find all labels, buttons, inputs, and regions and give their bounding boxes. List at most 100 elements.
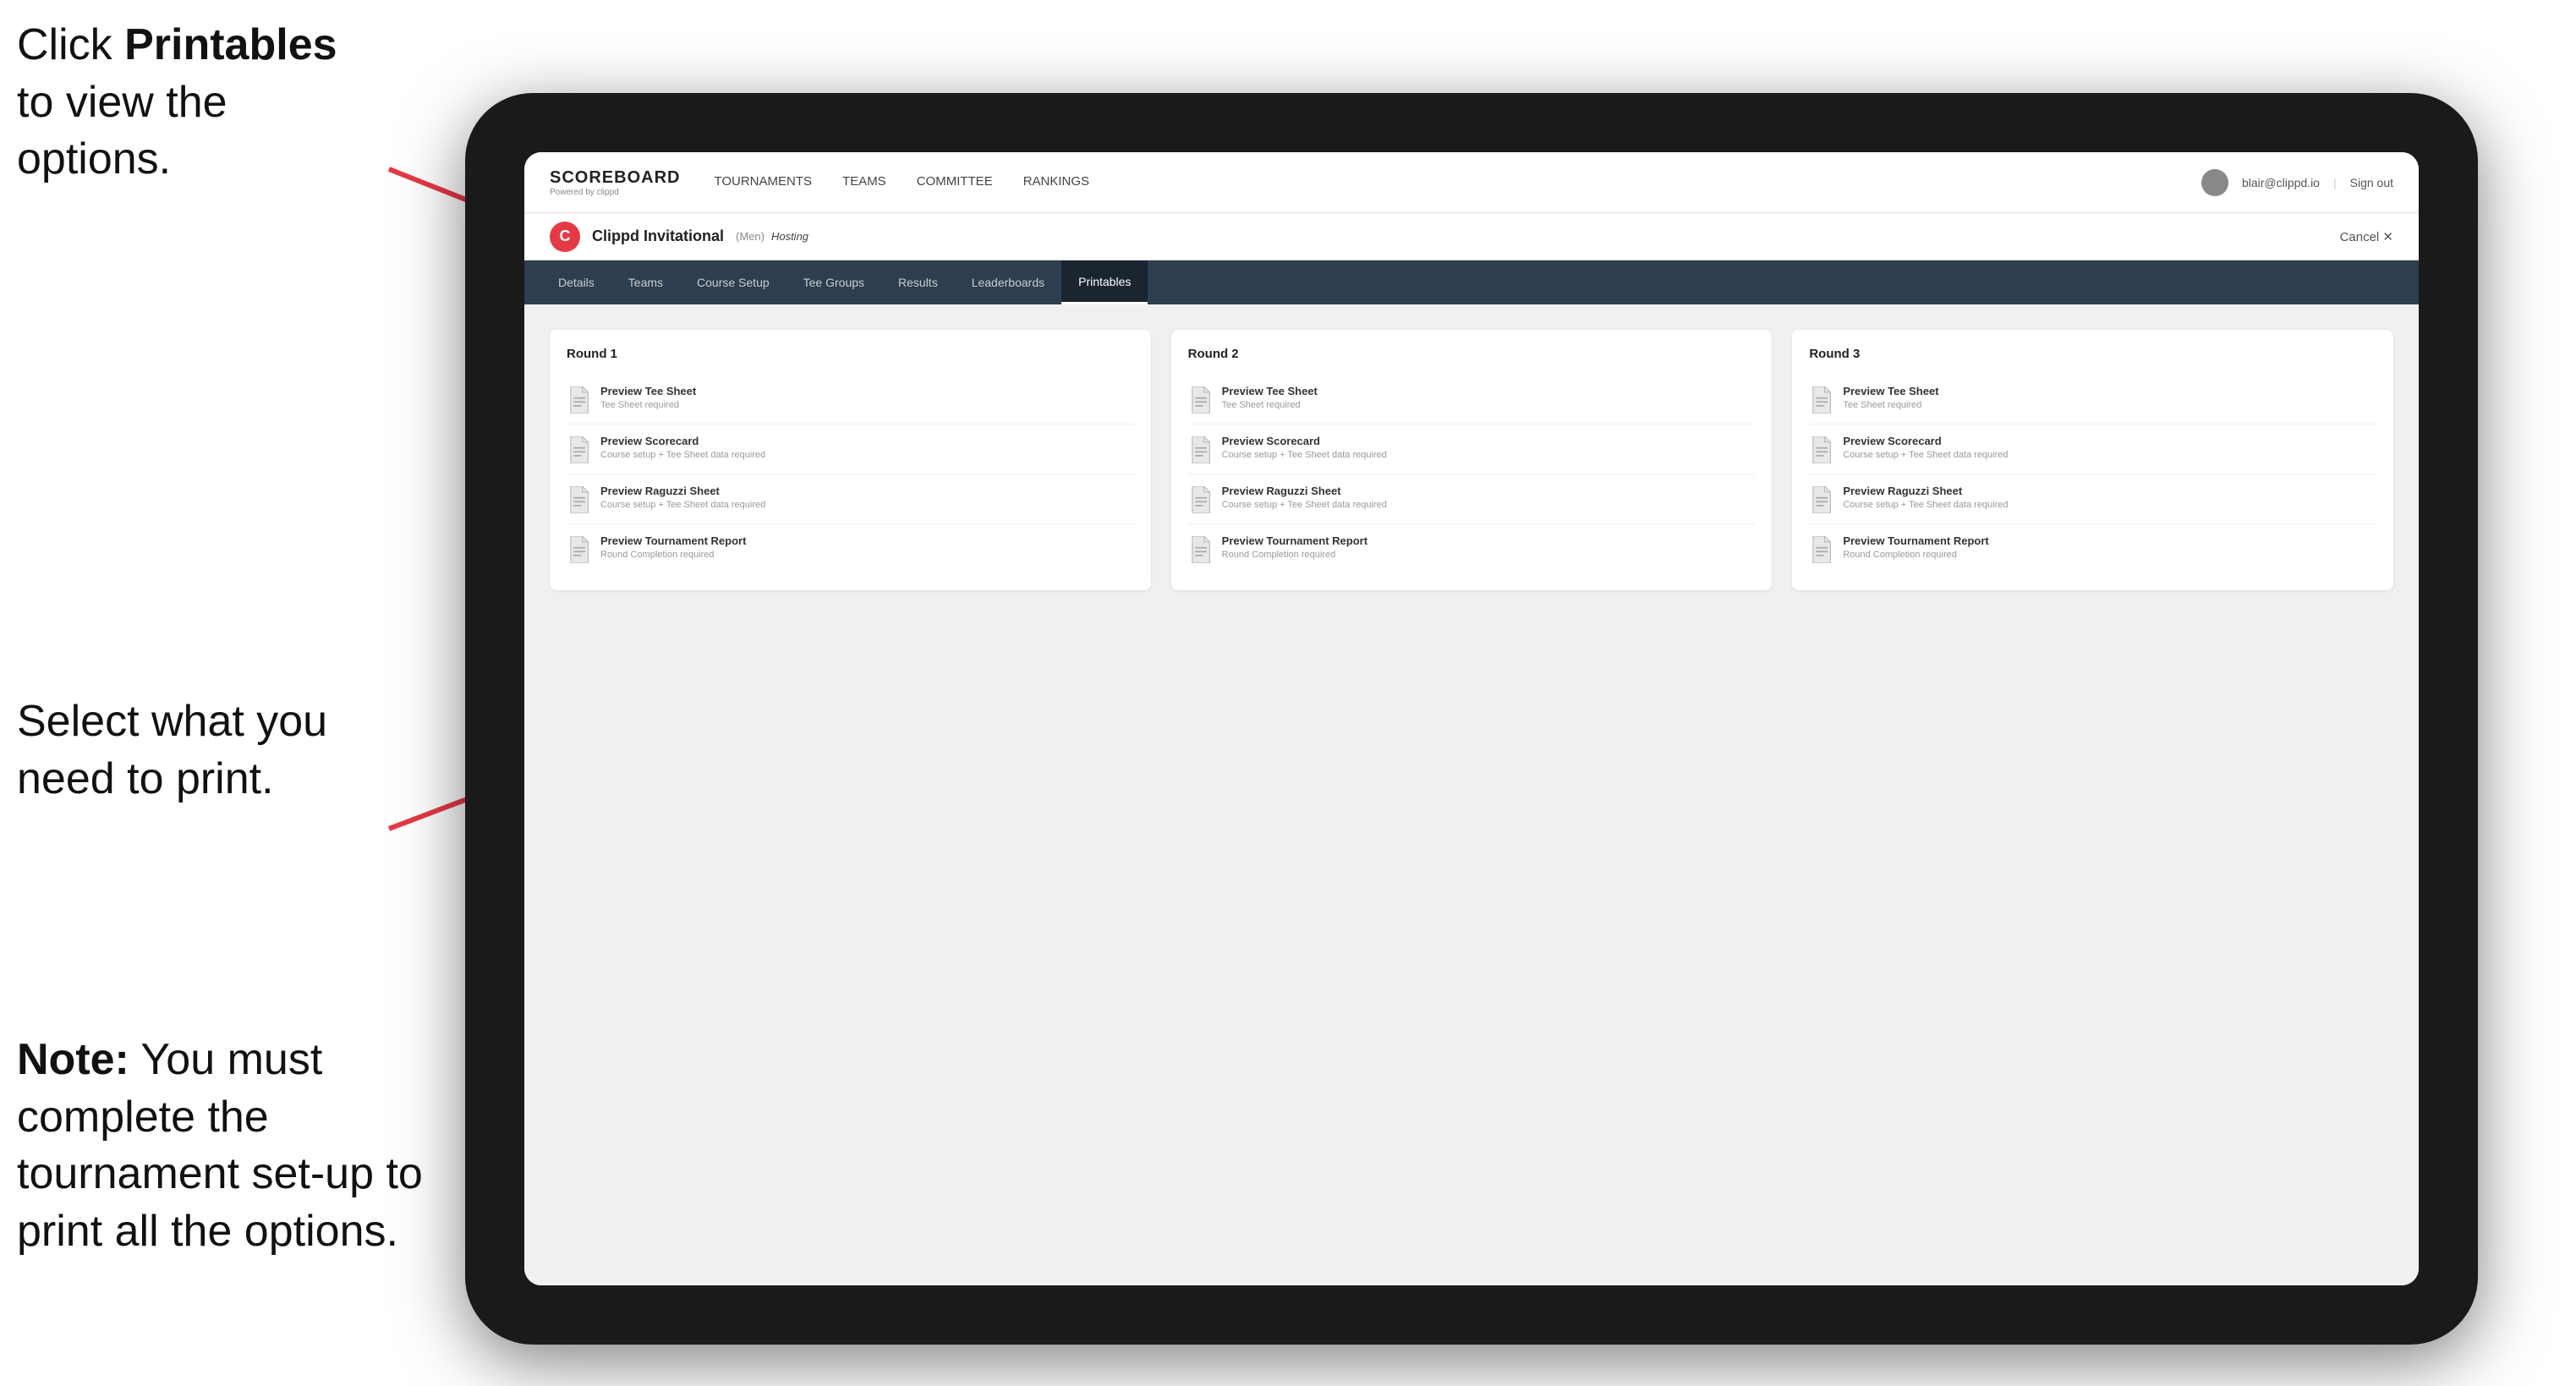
- tournament-bar: C Clippd Invitational (Men) Hosting Canc…: [524, 213, 2419, 260]
- annotation-click-text: Click: [17, 20, 124, 69]
- tab-details[interactable]: Details: [541, 260, 611, 304]
- print-label-r1-4: Preview Tournament Report: [600, 534, 1134, 547]
- print-item-r1-4[interactable]: Preview Tournament Report Round Completio…: [567, 524, 1134, 573]
- print-item-r1-1[interactable]: Preview Tee SheetTee Sheet required: [567, 375, 1134, 425]
- document-icon: [1809, 536, 1833, 563]
- print-label-r1-2: Preview Scorecard: [600, 435, 1134, 447]
- nav-teams[interactable]: TEAMS: [842, 174, 886, 190]
- round-section-3: Round 3 Preview Tee Sheet Tee Sheet requi…: [1792, 330, 2393, 590]
- print-item-r1-2[interactable]: Preview Scorecard Course setup + Tee Shee…: [567, 425, 1134, 474]
- round-title-3: Round 3: [1809, 347, 2376, 361]
- annotation-click-text2: to view the options.: [17, 78, 227, 184]
- print-info-r3-4: Preview Tournament Report Round Completio…: [1843, 534, 2376, 560]
- print-item-r3-2[interactable]: Preview Scorecard Course setup + Tee Shee…: [1809, 425, 2376, 474]
- print-label-r3-3: Preview Raguzzi Sheet: [1843, 485, 2376, 497]
- print-label-r3-2: Preview Scorecard: [1843, 435, 2376, 447]
- document-icon: [1188, 386, 1212, 414]
- tab-leaderboards[interactable]: Leaderboards: [955, 260, 1061, 304]
- round-title-2: Round 2: [1188, 347, 1756, 361]
- document-icon: [1809, 486, 1833, 513]
- sign-out-link[interactable]: Sign out: [2350, 176, 2393, 189]
- print-item-r3-1[interactable]: Preview Tee Sheet Tee Sheet required: [1809, 375, 2376, 425]
- annotation-middle: Select what you need to print.: [17, 693, 381, 808]
- print-sublabel-r2-4: Round Completion required: [1222, 550, 1756, 560]
- document-icon: [567, 436, 590, 463]
- print-sublabel-r2-1: Tee Sheet required: [1222, 400, 1756, 410]
- tab-printables[interactable]: Printables: [1061, 260, 1148, 304]
- print-label-r2-3: Preview Raguzzi Sheet: [1222, 485, 1756, 497]
- user-avatar: [2201, 169, 2228, 196]
- print-sublabel-r1-4: Round Completion required: [600, 550, 1134, 560]
- print-item-r2-1[interactable]: Preview Tee Sheet Tee Sheet required: [1188, 375, 1756, 425]
- top-nav-right: blair@clippd.io | Sign out: [2201, 169, 2393, 196]
- print-info-r3-1: Preview Tee Sheet Tee Sheet required: [1843, 385, 2376, 410]
- document-icon: [567, 386, 590, 414]
- tab-course-setup[interactable]: Course Setup: [680, 260, 787, 304]
- cancel-button[interactable]: Cancel ✕: [2340, 229, 2393, 244]
- print-sublabel-r1-2: Course setup + Tee Sheet data required: [600, 450, 1134, 460]
- print-sublabel-r3-3: Course setup + Tee Sheet data required: [1843, 500, 2376, 510]
- document-icon: [1188, 436, 1212, 463]
- annotation-printables-bold: Printables: [124, 20, 337, 69]
- tab-teams[interactable]: Teams: [611, 260, 680, 304]
- main-content: Round 1 Preview Tee Sheet Tee Sheet requi…: [524, 304, 2419, 1285]
- logo-title: SCOREBOARD: [550, 168, 680, 188]
- print-info-r1-2: Preview Scorecard Course setup + Tee Shee…: [600, 435, 1134, 460]
- print-item-r2-2[interactable]: Preview Scorecard Course setup + Tee Shee…: [1188, 425, 1756, 474]
- round-section-1: Round 1 Preview Tee SheetTee Sheet requi…: [550, 330, 1151, 590]
- document-icon: [1809, 386, 1833, 414]
- print-info-r1-1: Preview Tee SheetTee Sheet required: [600, 385, 1134, 410]
- round-section-2: Round 2 Preview Tee Sheet Tee Sheet requi…: [1171, 330, 1773, 590]
- print-sublabel-r3-2: Course setup + Tee Sheet data required: [1843, 450, 2376, 460]
- document-icon: [567, 486, 590, 513]
- print-info-r3-3: Preview Raguzzi Sheet Course setup + Tee …: [1843, 485, 2376, 510]
- document-icon: [567, 536, 590, 563]
- annotation-note: Note: You must complete the tournament s…: [17, 1032, 440, 1260]
- print-info-r1-3: Preview Raguzzi Sheet Course setup + Tee …: [600, 485, 1134, 510]
- print-info-r1-4: Preview Tournament Report Round Completio…: [600, 534, 1134, 560]
- tournament-logo-letter: C: [560, 227, 571, 245]
- print-info-r2-3: Preview Raguzzi SheetCourse setup + Tee …: [1222, 485, 1756, 510]
- tablet-frame: SCOREBOARD Powered by clippd TOURNAMENTS…: [465, 93, 2478, 1345]
- round-title-1: Round 1: [567, 347, 1134, 361]
- tournament-badge: (Men): [736, 230, 765, 243]
- print-label-r1-1: Preview Tee Sheet: [600, 385, 1134, 397]
- document-icon: [1188, 536, 1212, 563]
- print-label-r2-2: Preview Scorecard: [1222, 435, 1756, 447]
- user-email: blair@clippd.io: [2242, 176, 2320, 189]
- print-item-r1-3[interactable]: Preview Raguzzi Sheet Course setup + Tee …: [567, 474, 1134, 524]
- tablet-screen: SCOREBOARD Powered by clippd TOURNAMENTS…: [524, 152, 2419, 1285]
- print-item-r3-3[interactable]: Preview Raguzzi Sheet Course setup + Tee …: [1809, 474, 2376, 524]
- print-item-r2-4[interactable]: Preview Tournament Report Round Completio…: [1188, 524, 1756, 573]
- print-info-r2-2: Preview Scorecard Course setup + Tee Shee…: [1222, 435, 1756, 460]
- print-sublabel-r3-1: Tee Sheet required: [1843, 400, 2376, 410]
- print-label-r2-4: Preview Tournament Report: [1222, 534, 1756, 547]
- tab-results[interactable]: Results: [881, 260, 955, 304]
- print-item-r3-4[interactable]: Preview Tournament Report Round Completio…: [1809, 524, 2376, 573]
- top-nav: SCOREBOARD Powered by clippd TOURNAMENTS…: [524, 152, 2419, 213]
- annotation-note-bold: Note:: [17, 1035, 129, 1084]
- print-info-r2-4: Preview Tournament Report Round Completio…: [1222, 534, 1756, 560]
- nav-rankings[interactable]: RANKINGS: [1023, 174, 1089, 190]
- scoreboard-logo: SCOREBOARD Powered by clippd: [550, 168, 680, 197]
- print-info-r3-2: Preview Scorecard Course setup + Tee Shee…: [1843, 435, 2376, 460]
- print-sublabel-r2-2: Course setup + Tee Sheet data required: [1222, 450, 1756, 460]
- logo-subtitle: Powered by clippd: [550, 188, 680, 197]
- print-sublabel-r3-4: Round Completion required: [1843, 550, 2376, 560]
- print-label-r3-1: Preview Tee Sheet: [1843, 385, 2376, 397]
- document-icon: [1809, 436, 1833, 463]
- tournament-logo: C: [550, 222, 580, 252]
- print-label-r1-3: Preview Raguzzi Sheet: [600, 485, 1134, 497]
- nav-committee[interactable]: COMMITTEE: [917, 174, 993, 190]
- top-nav-links: TOURNAMENTS TEAMS COMMITTEE RANKINGS: [714, 174, 2201, 190]
- rounds-grid: Round 1 Preview Tee Sheet Tee Sheet requi…: [550, 330, 2393, 590]
- tournament-hosting: Hosting: [771, 230, 808, 243]
- print-info-r2-1: Preview Tee Sheet Tee Sheet required: [1222, 385, 1756, 410]
- print-item-r2-3[interactable]: Preview Raguzzi SheetCourse setup + Tee …: [1188, 474, 1756, 524]
- print-sublabel-r1-3: Course setup + Tee Sheet data required: [600, 500, 1134, 510]
- print-label-r2-1: Preview Tee Sheet: [1222, 385, 1756, 397]
- tab-tee-groups[interactable]: Tee Groups: [787, 260, 881, 304]
- document-icon: [1188, 486, 1212, 513]
- nav-tournaments[interactable]: TOURNAMENTS: [714, 174, 812, 190]
- print-label-r3-4: Preview Tournament Report: [1843, 534, 2376, 547]
